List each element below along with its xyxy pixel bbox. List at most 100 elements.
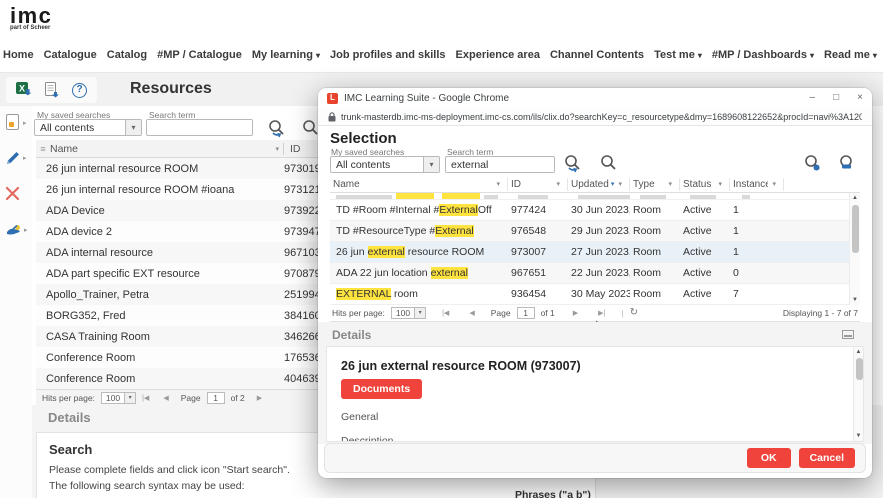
column-header-name[interactable]: Name▾ — [330, 178, 508, 191]
filter-caret-icon[interactable]: ▾ — [618, 180, 622, 188]
details-scrollbar[interactable]: ▲ ▼ — [853, 347, 863, 441]
delete-button[interactable] — [5, 186, 20, 201]
nav-item-home[interactable]: Home — [3, 49, 34, 61]
first-page-icon[interactable]: |◀ — [442, 309, 449, 317]
refresh-icon[interactable]: ↻ — [630, 307, 638, 318]
nav-item-catalog[interactable]: Catalog — [107, 49, 147, 61]
selection-row[interactable]: 26 jun external resource ROOM97300727 Ju… — [330, 242, 860, 263]
scroll-up-icon[interactable]: ▲ — [850, 195, 860, 201]
start-search-icon[interactable] — [267, 119, 287, 138]
close-icon[interactable]: × — [857, 93, 863, 103]
first-page-icon[interactable]: |◀ — [142, 394, 149, 402]
search-term-input[interactable] — [146, 119, 253, 136]
new-resource-button[interactable]: ▸ — [5, 114, 27, 131]
column-header-instances[interactable]: Instances▾ — [730, 178, 784, 191]
filter-caret-icon[interactable]: ▾ — [556, 180, 560, 188]
nav-item-my-learning[interactable]: My learning▾ — [252, 49, 320, 61]
advanced-search-icon[interactable] — [803, 154, 823, 173]
nav-item-mp-dashboards[interactable]: #MP / Dashboards▾ — [712, 49, 814, 61]
url-bar[interactable]: trunk-masterdb.imc-ms-deployment.imc-cs.… — [318, 108, 872, 126]
filter-caret-icon[interactable]: ▾ — [718, 180, 722, 188]
caret-down-icon[interactable]: ▾ — [125, 120, 141, 135]
table-scrollbar[interactable]: ▲ ▼ — [849, 193, 860, 305]
resource-row[interactable]: ADA device 2973947 — [36, 221, 336, 242]
nav-item-channel-contents[interactable]: Channel Contents — [550, 49, 644, 61]
dialog-search-term-input[interactable]: external — [445, 156, 555, 173]
resource-row[interactable]: ADA internal resource967103 — [36, 242, 336, 263]
assign-button[interactable]: ▸ — [5, 222, 28, 237]
nav-item-catalogue[interactable]: Catalogue — [44, 49, 97, 61]
nav-item-label: Read me — [824, 49, 870, 61]
selection-row[interactable]: ADA 22 jun location external96765122 Jun… — [330, 263, 860, 284]
nav-item-experience-area[interactable]: Experience area — [456, 49, 540, 61]
selection-row[interactable]: TD #Room #Internal #ExternalOff97742430 … — [330, 200, 860, 221]
selection-row-id: 967651 — [508, 267, 568, 279]
nav-item-label: Experience area — [456, 49, 540, 61]
filter-caret-icon[interactable]: ▾ — [668, 180, 672, 188]
nav-item-label: Home — [3, 49, 34, 61]
main-nav: Home Catalogue Catalog #MP / Catalogue My le… — [3, 46, 883, 64]
dialog-reset-search-icon[interactable] — [599, 154, 618, 173]
resource-row[interactable]: Conference Room404639 — [36, 368, 336, 389]
minimize-icon[interactable]: – — [810, 93, 816, 103]
documents-button[interactable]: Documents — [341, 379, 422, 399]
maximize-icon[interactable]: □ — [833, 93, 839, 103]
prev-page-icon[interactable]: ◀ — [163, 394, 168, 402]
page-number-input[interactable]: 1 — [517, 307, 535, 319]
saved-searches-select[interactable]: All contents ▾ — [34, 119, 142, 136]
resource-row[interactable]: ADA part specific EXT resource970879 — [36, 263, 336, 284]
nav-item-read-me[interactable]: Read me▾ — [824, 49, 877, 61]
help-icon[interactable]: ? — [72, 83, 87, 98]
edit-button[interactable]: ▸ — [5, 150, 27, 166]
resources-table-header: ≡ Name ▾ ID — [36, 140, 336, 158]
column-header-id[interactable]: ID▾ — [508, 178, 568, 191]
resource-row[interactable]: 26 jun internal resource ROOM973019 — [36, 158, 336, 179]
nav-item-job-profiles-and-skills[interactable]: Job profiles and skills — [330, 49, 446, 61]
dialog-saved-searches-select[interactable]: All contents ▾ — [330, 156, 440, 173]
scroll-up-icon[interactable]: ▲ — [854, 349, 863, 355]
resource-row[interactable]: Conference Room176536 — [36, 347, 336, 368]
scroll-down-icon[interactable]: ▼ — [854, 433, 863, 439]
excel-export-icon[interactable]: X — [16, 82, 33, 98]
column-header-updated[interactable]: Updated▾▾ — [568, 178, 630, 191]
collapse-panel-icon[interactable] — [842, 330, 854, 339]
cancel-button[interactable]: Cancel — [799, 448, 855, 468]
selection-row-status: Active — [680, 204, 730, 216]
column-header-status[interactable]: Status▾ — [680, 178, 730, 191]
nav-item-test-me[interactable]: Test me▾ — [654, 49, 702, 61]
dialog-titlebar[interactable]: L IMC Learning Suite - Google Chrome – □… — [318, 88, 872, 108]
next-page-icon[interactable]: ▶ — [573, 309, 578, 317]
hits-per-page-select[interactable]: 100 ▾ — [391, 307, 426, 319]
page-number-input[interactable]: 1 — [207, 392, 225, 404]
resource-row[interactable]: Apollo_Trainer, Petra251994 — [36, 284, 336, 305]
resource-row[interactable]: ADA Device973922 — [36, 200, 336, 221]
document-export-icon[interactable] — [45, 82, 60, 98]
saved-search-icon[interactable] — [837, 154, 857, 173]
column-header-type[interactable]: Type▾ — [630, 178, 680, 191]
scroll-down-icon[interactable]: ▼ — [850, 297, 860, 303]
dialog-start-search-icon[interactable] — [563, 154, 583, 173]
caret-down-icon: ▾ — [873, 51, 877, 60]
selection-row[interactable]: TD #ResourceType #External97654829 Jun 2… — [330, 221, 860, 242]
caret-down-icon[interactable]: ▾ — [423, 157, 439, 172]
lock-icon[interactable] — [328, 112, 336, 122]
filter-caret-icon[interactable]: ▾ — [496, 180, 500, 188]
next-page-icon[interactable]: ▶ — [257, 394, 262, 402]
drag-handle-icon[interactable]: ≡ — [36, 144, 50, 154]
filter-caret-icon[interactable]: ▾ — [275, 145, 279, 153]
last-page-icon[interactable]: ▶| — [598, 309, 605, 317]
ok-button[interactable]: OK — [747, 448, 791, 468]
resource-row[interactable]: BORG352, Fred384160 — [36, 305, 336, 326]
prev-page-icon[interactable]: ◀ — [469, 309, 474, 317]
hits-per-page-select[interactable]: 100 ▾ — [101, 392, 136, 404]
column-header-name[interactable]: Name — [50, 143, 271, 155]
filter-caret-icon[interactable]: ▾ — [772, 180, 776, 188]
resource-row[interactable]: CASA Training Room346266 — [36, 326, 336, 347]
resource-row[interactable]: 26 jun internal resource ROOM #ioana9731… — [36, 179, 336, 200]
dialog-details-panel: 26 jun external resource ROOM (973007) D… — [326, 346, 864, 442]
scrollbar-thumb[interactable] — [856, 358, 863, 380]
selection-row-id: 973007 — [508, 246, 568, 258]
nav-item-mp-catalogue[interactable]: #MP / Catalogue — [157, 49, 242, 61]
selection-row[interactable]: EXTERNAL room93645430 May 2023...RoomAct… — [330, 284, 860, 305]
scrollbar-thumb[interactable] — [852, 205, 859, 253]
